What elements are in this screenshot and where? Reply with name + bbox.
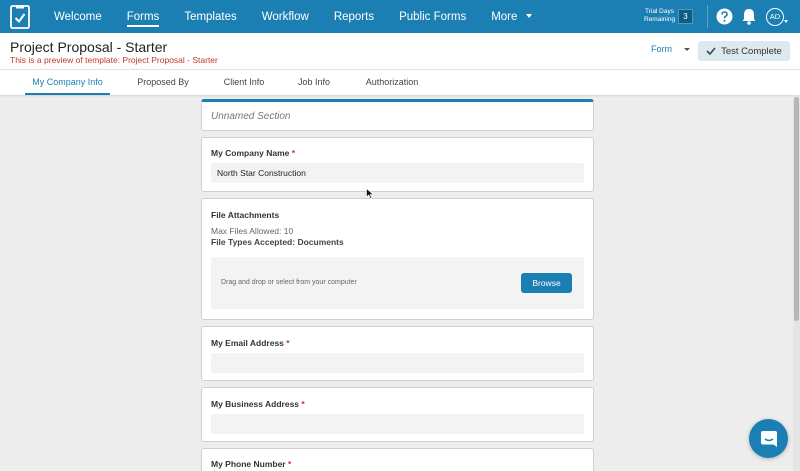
bell-icon[interactable] <box>741 8 757 25</box>
section-title: Unnamed Section <box>211 111 291 122</box>
test-complete-label: Test Complete <box>721 45 782 57</box>
page-title: Project Proposal - Starter <box>10 39 168 55</box>
company-name-input[interactable]: North Star Construction <box>211 163 584 183</box>
mouse-cursor-icon <box>366 188 374 199</box>
business-address-card: My Business Address * <box>201 387 594 442</box>
nav-more-label: More <box>491 10 518 23</box>
file-types-text: File Types Accepted: Documents <box>211 237 344 247</box>
nav-workflow[interactable]: Workflow <box>262 11 309 23</box>
required-marker: * <box>288 459 292 469</box>
business-address-label-text: My Business Address <box>211 399 300 409</box>
nav-reports[interactable]: Reports <box>334 11 374 23</box>
section-tabs: My Company Info Proposed By Client Info … <box>0 69 800 95</box>
top-nav: Welcome Forms Templates Workflow Reports… <box>0 0 800 33</box>
tab-my-company-info[interactable]: My Company Info <box>25 70 110 95</box>
chat-icon <box>760 430 777 447</box>
browse-button[interactable]: Browse <box>521 273 572 293</box>
phone-card: My Phone Number * <box>201 448 594 471</box>
phone-label: My Phone Number * <box>211 459 291 469</box>
tab-job-info[interactable]: Job Info <box>290 70 338 95</box>
test-complete-button[interactable]: Test Complete <box>698 41 790 61</box>
page-header: Project Proposal - Starter This is a pre… <box>0 33 800 69</box>
email-label-text: My Email Address <box>211 338 284 348</box>
chevron-down-icon <box>526 14 533 19</box>
check-icon <box>706 47 716 55</box>
nav-menu: Welcome Forms Templates Workflow Reports… <box>54 0 557 33</box>
email-card: My Email Address * <box>201 326 594 381</box>
avatar[interactable]: AD <box>766 8 784 26</box>
phone-label-text: My Phone Number <box>211 459 286 469</box>
file-attachments-label: File Attachments <box>211 210 280 220</box>
email-input[interactable] <box>211 353 584 373</box>
trial-days-count: 3 <box>678 9 693 24</box>
dropzone-text: Drag and drop or select from your comput… <box>221 279 357 286</box>
tab-proposed-by[interactable]: Proposed By <box>128 70 198 95</box>
company-name-card: My Company Name * North Star Constructio… <box>201 137 594 192</box>
nav-more[interactable]: More <box>491 10 533 23</box>
help-icon[interactable] <box>716 8 733 25</box>
nav-templates[interactable]: Templates <box>184 11 236 23</box>
file-attachments-card: File Attachments Max Files Allowed: 10 F… <box>201 198 594 320</box>
section-header-card: Unnamed Section <box>201 99 594 131</box>
nav-forms[interactable]: Forms <box>126 11 159 27</box>
tab-authorization[interactable]: Authorization <box>356 70 428 95</box>
form-dropdown-label: Form <box>651 44 672 54</box>
chat-launcher-button[interactable] <box>749 419 788 458</box>
required-marker: * <box>286 338 290 348</box>
nav-divider <box>707 5 708 28</box>
required-marker: * <box>301 399 305 409</box>
nav-public-forms[interactable]: Public Forms <box>399 11 466 23</box>
max-files-text: Max Files Allowed: 10 <box>211 226 294 236</box>
required-marker: * <box>291 148 296 158</box>
chevron-down-icon <box>684 48 690 52</box>
scrollbar-thumb[interactable] <box>794 97 799 321</box>
company-name-label: My Company Name * <box>211 148 295 158</box>
preview-note: This is a preview of template: Project P… <box>10 55 218 65</box>
form-dropdown[interactable]: Form <box>651 44 690 54</box>
company-name-label-text: My Company Name <box>211 148 290 158</box>
trial-days-label: Trial Days Remaining <box>644 8 676 23</box>
file-dropzone[interactable]: Drag and drop or select from your comput… <box>211 257 584 309</box>
app-logo-icon[interactable] <box>10 5 30 29</box>
email-label: My Email Address * <box>211 338 290 348</box>
nav-welcome[interactable]: Welcome <box>54 11 102 23</box>
business-address-label: My Business Address * <box>211 399 305 409</box>
business-address-input[interactable] <box>211 414 584 434</box>
tab-client-info[interactable]: Client Info <box>214 70 274 95</box>
avatar-chevron-down-icon[interactable] <box>784 20 788 23</box>
